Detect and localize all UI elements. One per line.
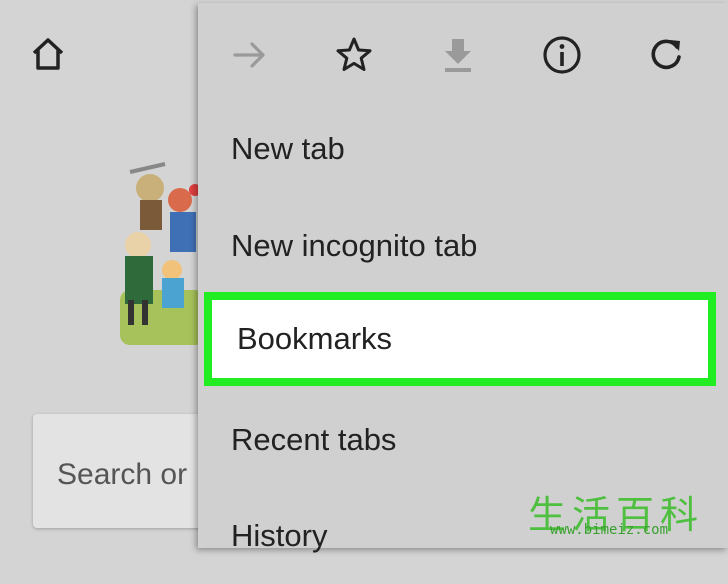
home-button[interactable]	[28, 34, 68, 74]
menu-item-label: New tab	[231, 131, 345, 166]
menu-item-label: Bookmarks	[237, 321, 393, 356]
menu-item-bookmarks[interactable]: Bookmarks	[204, 292, 716, 386]
doodle-illustration	[120, 162, 205, 345]
download-icon	[445, 39, 471, 72]
menu-item-recent-tabs[interactable]: Recent tabs	[198, 392, 728, 488]
reload-icon	[651, 39, 681, 70]
overflow-menu: New tab New incognito tab Bookmarks Rece…	[198, 3, 728, 553]
page-info-button[interactable]	[540, 33, 584, 77]
menu-item-label: Recent tabs	[231, 422, 397, 457]
menu-item-label: History	[231, 518, 328, 553]
menu-item-new-tab[interactable]: New tab	[198, 101, 728, 197]
arrow-forward-icon	[233, 42, 265, 68]
menu-item-new-incognito-tab[interactable]: New incognito tab	[198, 198, 728, 294]
star-icon	[336, 37, 372, 71]
menu-item-label: New incognito tab	[231, 228, 478, 263]
watermark-url: www.bimeiz.com	[550, 522, 669, 538]
bookmark-star-button[interactable]	[332, 33, 376, 77]
download-button[interactable]	[436, 33, 480, 77]
home-icon	[32, 38, 64, 70]
reload-button[interactable]	[644, 33, 688, 77]
forward-button[interactable]	[228, 33, 272, 77]
doodle-image[interactable]	[110, 160, 210, 350]
watermark: 生活百科 www.bimeiz.com	[528, 488, 724, 544]
info-icon	[543, 36, 581, 74]
search-placeholder: Search or	[57, 458, 188, 491]
